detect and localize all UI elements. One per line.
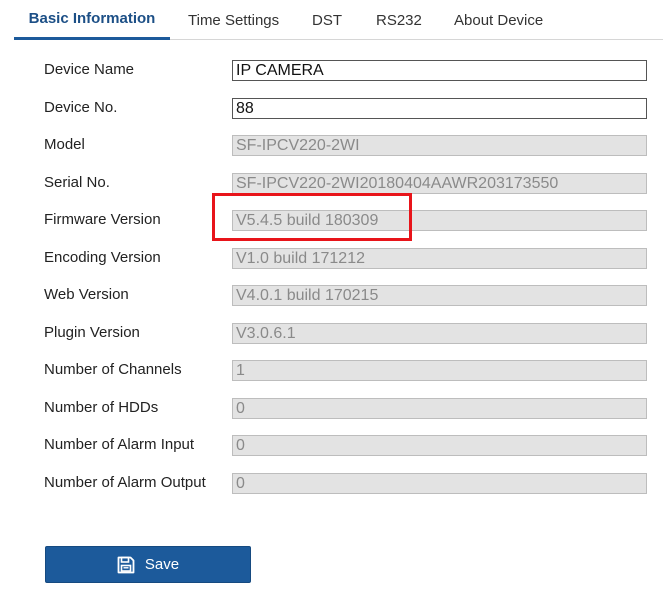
device-name-input[interactable]: IP CAMERA <box>232 60 647 81</box>
tab-dst[interactable]: DST <box>312 0 342 40</box>
num-alarm-output-row: Number of Alarm Output 0 <box>0 471 663 495</box>
num-hdds-field: 0 <box>232 398 647 419</box>
encoding-version-field: V1.0 build 171212 <box>232 248 647 269</box>
num-hdds-row: Number of HDDs 0 <box>0 396 663 420</box>
num-channels-label: Number of Channels <box>44 361 182 378</box>
tab-rs232[interactable]: RS232 <box>376 0 422 40</box>
num-alarm-output-label: Number of Alarm Output <box>44 474 206 491</box>
num-alarm-input-row: Number of Alarm Input 0 <box>0 433 663 457</box>
num-channels-row: Number of Channels 1 <box>0 358 663 382</box>
firmware-version-label: Firmware Version <box>44 211 161 228</box>
device-no-input[interactable]: 88 <box>232 98 647 119</box>
model-label: Model <box>44 136 85 153</box>
serial-no-row: Serial No. SF-IPCV220-2WI20180404AAWR203… <box>0 171 663 195</box>
num-hdds-label: Number of HDDs <box>44 399 159 416</box>
save-button[interactable]: Save <box>45 546 251 583</box>
encoding-version-row: Encoding Version V1.0 build 171212 <box>0 246 663 270</box>
device-no-row: Device No. 88 <box>0 96 663 120</box>
tab-bar: Basic Information Time Settings DST RS23… <box>14 0 663 40</box>
num-alarm-input-field: 0 <box>232 435 647 456</box>
firmware-version-field: V5.4.5 build 180309 <box>232 210 647 231</box>
model-field: SF-IPCV220-2WI <box>232 135 647 156</box>
web-version-label: Web Version <box>44 286 129 303</box>
plugin-version-label: Plugin Version <box>44 324 140 341</box>
num-alarm-input-label: Number of Alarm Input <box>44 436 195 453</box>
web-version-row: Web Version V4.0.1 build 170215 <box>0 283 663 307</box>
save-button-label: Save <box>144 556 180 573</box>
device-no-label: Device No. <box>44 99 118 116</box>
device-name-row: Device Name IP CAMERA <box>0 58 663 82</box>
encoding-version-label: Encoding Version <box>44 249 161 266</box>
num-alarm-output-field: 0 <box>232 473 647 494</box>
num-channels-field: 1 <box>232 360 647 381</box>
plugin-version-row: Plugin Version V3.0.6.1 <box>0 321 663 345</box>
tab-about-device[interactable]: About Device <box>454 0 543 40</box>
serial-no-field: SF-IPCV220-2WI20180404AAWR203173550 <box>232 173 647 194</box>
tab-basic-information[interactable]: Basic Information <box>14 0 170 40</box>
plugin-version-field: V3.0.6.1 <box>232 323 647 344</box>
device-name-label: Device Name <box>44 61 135 78</box>
firmware-version-row: Firmware Version V5.4.5 build 180309 <box>0 208 663 232</box>
serial-no-label: Serial No. <box>44 174 110 191</box>
floppy-disk-icon <box>117 556 135 574</box>
model-row: Model SF-IPCV220-2WI <box>0 133 663 157</box>
tab-time-settings[interactable]: Time Settings <box>188 0 279 40</box>
basic-information-page: Basic Information Time Settings DST RS23… <box>0 0 663 606</box>
web-version-field: V4.0.1 build 170215 <box>232 285 647 306</box>
